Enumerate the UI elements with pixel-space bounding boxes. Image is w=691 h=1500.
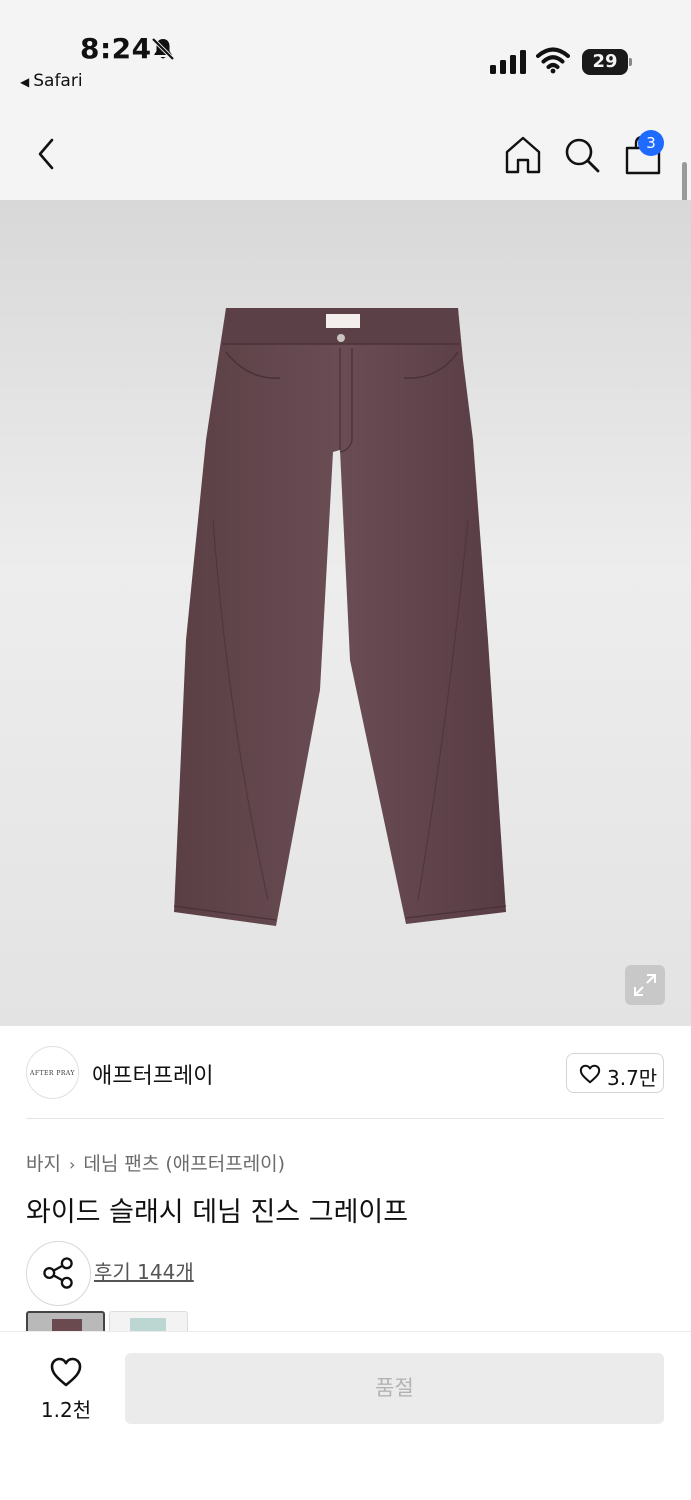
breadcrumb-subcategory[interactable]: 데님 팬츠 (애프터프레이) [83,1153,285,1175]
breadcrumb: 바지 › 데님 팬츠 (애프터프레이) [26,1149,285,1176]
color-thumbnail-mint[interactable] [109,1311,188,1333]
brand-name[interactable]: 애프터프레이 [92,1058,213,1090]
search-icon[interactable] [562,134,602,176]
back-triangle-icon: ◀ [20,75,30,89]
share-button[interactable] [26,1241,91,1306]
wifi-icon [536,47,570,74]
back-to-safari-link[interactable]: ◀ Safari [20,71,83,91]
brand-like-button[interactable]: 3.7만 [566,1053,664,1093]
heart-outline-icon [50,1357,82,1387]
product-image-jeans [173,308,507,926]
back-app-label: Safari [33,71,83,91]
heart-icon [579,1064,601,1084]
brand-logo[interactable]: AFTER PRAY [26,1046,79,1099]
brand-row[interactable]: AFTER PRAY 애프터프레이 3.7만 [0,1026,691,1120]
cellular-signal-icon [490,50,526,74]
status-bar: 8:24 ◀ Safari 29 [0,0,691,110]
product-title: 와이드 슬래시 데님 진스 그레이프 [26,1197,409,1228]
divider [26,1118,664,1119]
wishlist-count: 1.2천 [40,1398,92,1422]
color-thumbnails [26,1311,666,1333]
reviews-link[interactable]: 후기 144개 [94,1256,194,1285]
product-image-area[interactable] [0,200,691,1026]
sold-out-button[interactable]: 품절 [125,1353,664,1424]
brand-like-count: 3.7만 [607,1066,658,1090]
breadcrumb-category[interactable]: 바지 [26,1153,61,1175]
home-icon[interactable] [502,132,544,178]
share-icon [43,1257,73,1289]
bottom-action-bar: 1.2천 품절 [0,1331,691,1500]
battery-icon: 29 [582,49,632,75]
top-nav-bar [0,110,691,200]
battery-level: 29 [592,51,618,72]
status-time: 8:24 [80,32,152,65]
chevron-right-icon: › [68,1155,76,1174]
bell-slash-icon [151,37,175,61]
cart-count-badge: 3 [638,130,664,156]
expand-image-icon[interactable] [625,965,665,1005]
wishlist-button[interactable]: 1.2천 [30,1356,102,1422]
color-thumbnail-grape[interactable] [26,1311,105,1333]
back-arrow-icon[interactable] [30,134,64,174]
